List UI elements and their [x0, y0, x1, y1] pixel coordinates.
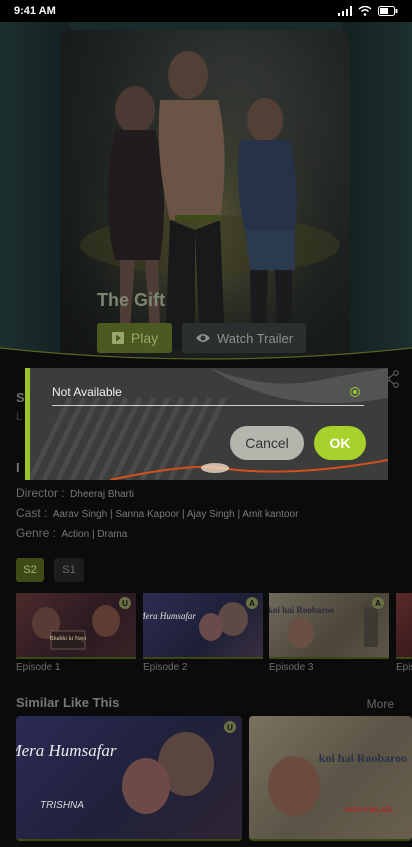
info-heading: I — [16, 460, 20, 475]
episode-thumbnail[interactable] — [396, 593, 412, 659]
episode-poster-text: Mera Humsafar — [143, 611, 196, 621]
cast-value: Aarav Singh | Sanna Kapoor | Ajay Singh … — [52, 509, 299, 520]
similar-item[interactable]: koi hai Roobaroo MISS KHILADI — [249, 716, 412, 841]
cast-row: Cast : Aarav Singh | Sanna Kapoor | Ajay… — [16, 506, 298, 520]
availability-option[interactable]: Not Available — [52, 384, 364, 406]
similar-item[interactable]: Mera Humsafar TRISHNA U — [16, 716, 242, 841]
rating-badge: A — [246, 597, 258, 609]
rating-badge: U — [224, 721, 236, 733]
episode-poster-text: Bhabhi ki Nayi — [50, 636, 87, 642]
cast-label: Cast : — [16, 506, 48, 520]
episode-thumbnail[interactable]: Bhabhi ki Nayi U — [16, 593, 136, 659]
episode-poster-text: koi hai Roobaroo — [269, 605, 335, 615]
genre-row: Genre : Action | Drama — [16, 526, 127, 540]
synopsis-heading: S — [16, 390, 25, 405]
ok-button[interactable]: OK — [314, 426, 366, 460]
battery-icon — [378, 6, 398, 16]
episode-label: Episode 1 — [16, 662, 61, 673]
episode-thumbnail[interactable]: koi hai Roobaroo A — [269, 593, 389, 659]
signal-icon — [338, 6, 352, 16]
similar-poster-sub: TRISHNA — [40, 800, 84, 811]
genre-label: Genre : — [16, 526, 57, 540]
similar-heading: Similar Like This — [16, 695, 120, 710]
radio-selected-icon[interactable] — [350, 387, 360, 397]
rating-badge: U — [119, 597, 131, 609]
episode-label: Epis — [396, 662, 412, 673]
status-time: 9:41 AM — [14, 5, 56, 17]
director-row: Director : Dheeraj Bharti — [16, 486, 134, 500]
season-tab-s1[interactable]: S1 — [54, 558, 84, 582]
wifi-icon — [358, 6, 372, 16]
genre-value: Action | Drama — [61, 529, 128, 540]
movie-title: The Gift — [97, 290, 165, 310]
similar-poster-sub: MISS KHILADI — [345, 807, 393, 814]
more-link[interactable]: More — [367, 697, 394, 711]
status-bar: 9:41 AM — [0, 0, 412, 22]
similar-poster-title: Mera Humsafar — [16, 741, 117, 760]
similar-poster-title: koi hai Roobaroo — [319, 751, 407, 765]
episode-label: Episode 3 — [269, 662, 314, 673]
option-label: Not Available — [52, 385, 122, 399]
episode-label: Episode 2 — [143, 662, 188, 673]
season-tab-s2[interactable]: S2 — [16, 558, 44, 582]
availability-dialog: Not Available Cancel OK — [25, 368, 388, 480]
episode-thumbnail[interactable]: Mera Humsafar A — [143, 593, 263, 659]
director-label: Director : — [16, 486, 65, 500]
rating-badge: A — [372, 597, 384, 609]
cancel-button[interactable]: Cancel — [230, 426, 304, 460]
director-value: Dheeraj Bharti — [70, 489, 134, 500]
hero-banner: The Gift Play Watch Trailer — [0, 22, 412, 362]
